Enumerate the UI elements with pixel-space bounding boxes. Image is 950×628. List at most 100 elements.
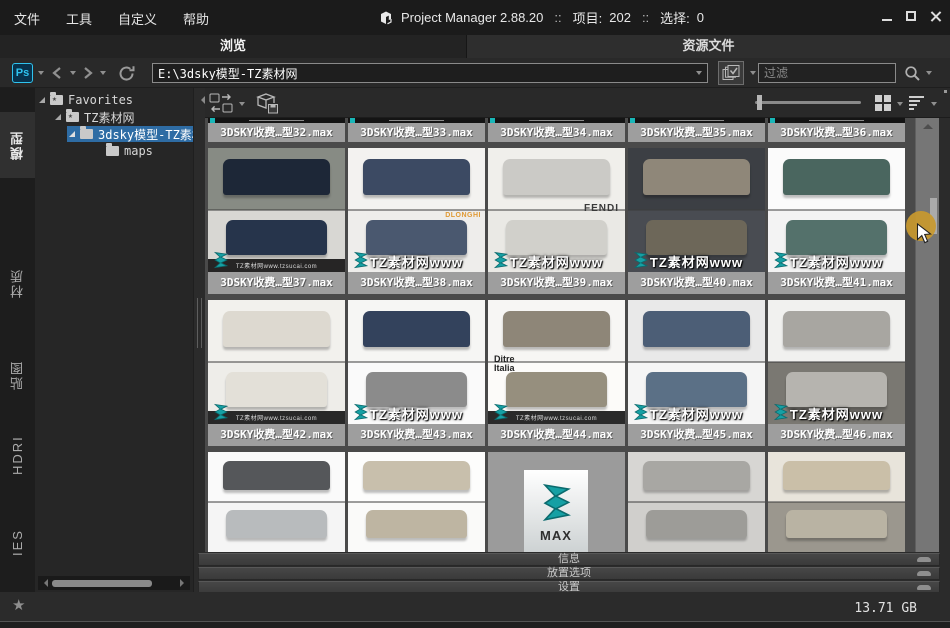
tab-maps[interactable]: 贴图 bbox=[0, 342, 35, 408]
grid-item[interactable]: TZ素材网www.tzsucai.com 3DSKY收费…型42.max bbox=[208, 300, 345, 446]
categories-dropdown-caret[interactable] bbox=[750, 71, 756, 75]
folder-icon bbox=[106, 146, 119, 156]
model-filename: 3DSKY收费…型42.max bbox=[208, 424, 345, 446]
grid-item[interactable]: 3DSKY收费…型35.max bbox=[628, 118, 765, 142]
expand-caret-icon[interactable] bbox=[39, 97, 45, 103]
categories-button[interactable] bbox=[718, 61, 744, 85]
project-manager-window: 文件 工具 自定义 帮助 Project Manager 2.88.20 :: … bbox=[0, 0, 950, 628]
menu-bar: 文件 工具 自定义 帮助 bbox=[14, 9, 209, 28]
tab-asset-files[interactable]: 资源文件 bbox=[467, 35, 950, 58]
expand-panel-icon[interactable] bbox=[917, 571, 931, 576]
scroll-left-icon[interactable] bbox=[40, 579, 48, 587]
grid-item[interactable] bbox=[628, 452, 765, 552]
grid-toolbar bbox=[195, 88, 950, 118]
grid-item[interactable]: TZ素材网www 3DSKY收费…型43.max bbox=[348, 300, 485, 446]
slider-thumb[interactable] bbox=[757, 95, 762, 110]
free-space-value: 13.71 GB bbox=[854, 601, 917, 616]
favorite-star-icon[interactable]: ★ bbox=[12, 596, 25, 614]
grid-item[interactable]: 3DSKY收费…型36.max bbox=[768, 118, 905, 142]
photoshop-button[interactable]: Ps bbox=[12, 63, 33, 83]
search-dropdown-caret[interactable] bbox=[926, 71, 932, 75]
scroll-up-icon[interactable] bbox=[923, 124, 933, 129]
grid-item[interactable]: FENDI TZ素材网www 3DSKY收费…型39.max bbox=[488, 148, 625, 294]
grid-item[interactable] bbox=[768, 452, 905, 552]
grid-item[interactable]: 3DSKY收费…型32.max bbox=[208, 118, 345, 142]
tab-browse[interactable]: 浏览 bbox=[0, 35, 467, 58]
project-count: 202 bbox=[609, 10, 631, 25]
grid-item[interactable]: Ditre Italia TZ素材网www.tzsucai.com 3DSKY收… bbox=[488, 300, 625, 446]
tab-ies[interactable]: IES bbox=[0, 510, 35, 576]
grid-item[interactable]: MAX bbox=[488, 452, 625, 552]
model-filename: 3DSKY收费…型34.max bbox=[488, 123, 625, 142]
photoshop-dropdown-caret[interactable] bbox=[38, 71, 44, 75]
menu-help[interactable]: 帮助 bbox=[183, 9, 209, 28]
tab-models[interactable]: 模型 bbox=[0, 112, 35, 178]
swap-dropdown-caret[interactable] bbox=[239, 102, 245, 106]
panel-info-header[interactable]: 信息 bbox=[198, 553, 940, 566]
corner-dot bbox=[944, 90, 947, 93]
forward-history-caret[interactable] bbox=[100, 71, 106, 75]
refresh-icon[interactable] bbox=[118, 65, 136, 82]
minimize-icon[interactable] bbox=[882, 19, 892, 21]
window-controls bbox=[882, 8, 942, 24]
menu-customize[interactable]: 自定义 bbox=[118, 9, 157, 28]
maximize-icon[interactable] bbox=[906, 11, 916, 21]
thumbnail-size-slider[interactable] bbox=[755, 101, 861, 104]
tree-item-tz[interactable]: TZ素材网 bbox=[35, 109, 193, 125]
grid-item[interactable]: DLONGHI TZ素材网www 3DSKY收费…型38.max bbox=[348, 148, 485, 294]
grid-item[interactable]: TZ素材网www 3DSKY收费…型46.max bbox=[768, 300, 905, 446]
tree-item-maps[interactable]: maps bbox=[35, 143, 193, 159]
mouse-cursor bbox=[916, 223, 933, 245]
close-icon[interactable] bbox=[930, 10, 942, 22]
scroll-right-icon[interactable] bbox=[180, 579, 188, 587]
collapse-panel-icon[interactable] bbox=[197, 96, 205, 104]
grid-item[interactable]: 3DSKY收费…型33.max bbox=[348, 118, 485, 142]
scroll-thumb[interactable] bbox=[52, 580, 152, 587]
view-dropdown-caret[interactable] bbox=[897, 102, 903, 106]
grid-item[interactable]: TZ素材网www 3DSKY收费…型40.max bbox=[628, 148, 765, 294]
menu-file[interactable]: 文件 bbox=[14, 9, 40, 28]
swap-thumbnails-icon[interactable] bbox=[208, 92, 235, 114]
menu-tools[interactable]: 工具 bbox=[66, 9, 92, 28]
grid-item[interactable] bbox=[348, 452, 485, 552]
grid-view-icon[interactable] bbox=[875, 95, 891, 111]
model-filename: 3DSKY收费…型39.max bbox=[488, 272, 625, 294]
back-button[interactable] bbox=[50, 66, 63, 80]
grid-item[interactable]: TZ素材网www 3DSKY收费…型41.max bbox=[768, 148, 905, 294]
model-filename: 3DSKY收费…型37.max bbox=[208, 272, 345, 294]
grid-item[interactable]: TZ素材网www 3DSKY收费…型45.max bbox=[628, 300, 765, 446]
expand-caret-icon[interactable] bbox=[55, 114, 61, 120]
grid-vertical-scrollbar[interactable] bbox=[915, 118, 939, 552]
panel-divider[interactable] bbox=[193, 88, 205, 592]
tree-horizontal-scrollbar[interactable] bbox=[38, 576, 190, 590]
address-input[interactable] bbox=[153, 66, 696, 80]
address-bar bbox=[152, 63, 708, 83]
expand-panel-icon[interactable] bbox=[917, 557, 931, 562]
model-thumbnail: TZ素材网www bbox=[628, 148, 765, 272]
tree-item-favorites[interactable]: Favorites bbox=[35, 92, 193, 108]
3dsmax-badge-icon bbox=[631, 250, 651, 270]
grid-item[interactable] bbox=[208, 452, 345, 552]
tab-hdri[interactable]: HDRI bbox=[0, 422, 35, 488]
divider-grip[interactable] bbox=[197, 298, 202, 348]
grid-item[interactable]: TZ素材网www.tzsucai.com 3DSKY收费…型37.max bbox=[208, 148, 345, 294]
sort-dropdown-caret[interactable] bbox=[931, 102, 937, 106]
3dsmax-file-icon: MAX bbox=[524, 470, 588, 552]
tree-item-3dsky[interactable]: 3dsky模型-TZ素材网 bbox=[35, 126, 193, 142]
back-history-caret[interactable] bbox=[70, 71, 76, 75]
expand-caret-icon[interactable] bbox=[69, 131, 75, 137]
sort-icon[interactable] bbox=[909, 96, 925, 110]
model-thumbnail: DLONGHI TZ素材网www bbox=[348, 148, 485, 272]
watermark: TZ素材网www.tzsucai.com bbox=[236, 413, 317, 422]
grid-item[interactable]: 3DSKY收费…型34.max bbox=[488, 118, 625, 142]
tab-materials[interactable]: 材质 bbox=[0, 250, 35, 316]
address-dropdown-caret[interactable] bbox=[696, 71, 702, 75]
model-filename: 3DSKY收费…型35.max bbox=[628, 123, 765, 142]
filter-input[interactable] bbox=[759, 64, 895, 82]
panel-placement-header[interactable]: 放置选项 bbox=[198, 567, 940, 580]
3dsmax-badge-icon bbox=[351, 250, 371, 270]
expand-panel-icon[interactable] bbox=[917, 585, 931, 590]
save-model-icon[interactable] bbox=[255, 92, 280, 115]
forward-button[interactable] bbox=[82, 66, 95, 80]
search-icon[interactable] bbox=[904, 65, 921, 82]
